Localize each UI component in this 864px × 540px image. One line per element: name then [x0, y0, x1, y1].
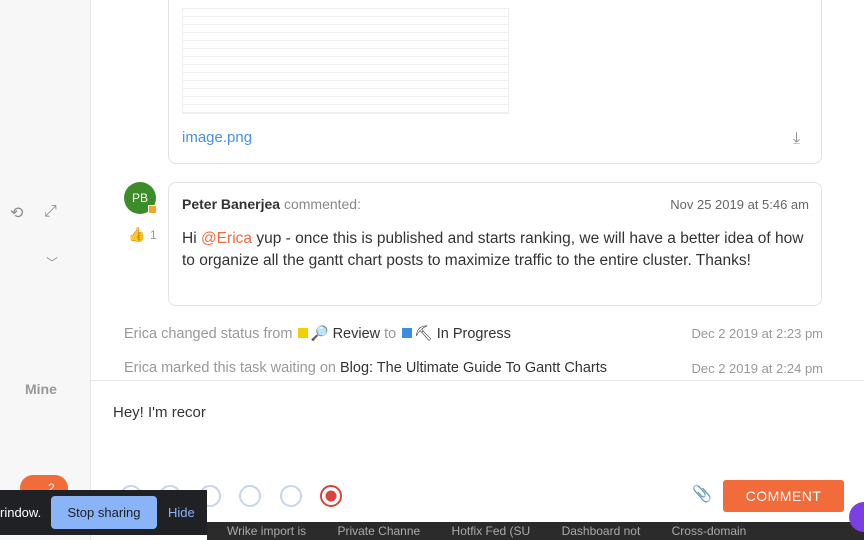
- tab-mine[interactable]: Mine: [25, 381, 57, 397]
- comment-author: Peter Banerjea commented:: [182, 196, 361, 212]
- taskbar-item[interactable]: Private Channe: [337, 524, 420, 538]
- hammer-icon: ⛏: [414, 326, 433, 342]
- like-count: 1: [150, 228, 157, 242]
- comment-body: Hi @Erica yup - once this is published a…: [182, 230, 804, 269]
- record-icon[interactable]: [320, 485, 342, 507]
- download-icon[interactable]: ⤓: [793, 130, 800, 148]
- taskbar-item[interactable]: Wrike import is: [227, 524, 306, 538]
- screen-share-bar: rindow. Stop sharing Hide: [0, 490, 207, 535]
- slash-command-icon[interactable]: [280, 485, 302, 507]
- attach-icon[interactable]: 📎: [692, 484, 712, 504]
- status-color-review: [298, 328, 309, 338]
- attachment-thumbnail[interactable]: [182, 8, 509, 114]
- taskbar: Wrike import is Private Channe Hotfix Fe…: [207, 522, 864, 540]
- comment-button[interactable]: COMMENT: [723, 480, 844, 512]
- search-icon: 🔎: [310, 326, 329, 342]
- activity-waiting: Erica marked this task waiting on Blog: …: [124, 360, 608, 376]
- taskbar-item[interactable]: Dashboard not: [562, 524, 641, 538]
- chevron-down-icon[interactable]: ﹀: [46, 254, 58, 271]
- status-color-in-progress: [402, 328, 413, 338]
- avatar: PB: [124, 182, 157, 214]
- left-panel: ⟲ ⤢ ﹀ Mine 2: [0, 0, 91, 540]
- activity-time: Dec 2 2019 at 2:24 pm: [691, 361, 823, 376]
- attachment-link[interactable]: image.png: [182, 129, 252, 146]
- waiting-task-link[interactable]: Blog: The Ultimate Guide To Gantt Charts: [340, 360, 607, 376]
- stop-sharing-button[interactable]: Stop sharing: [51, 496, 157, 529]
- activity-time: Dec 2 2019 at 2:23 pm: [691, 326, 823, 341]
- hide-button[interactable]: Hide: [168, 505, 195, 520]
- like-icon[interactable]: 👍: [128, 226, 145, 243]
- history-icon[interactable]: ⟲: [10, 203, 23, 223]
- activity-status-change: Erica changed status from 🔎 Review to ⛏ …: [124, 326, 511, 342]
- comment-time: Nov 25 2019 at 5:46 am: [670, 197, 809, 212]
- comment-input[interactable]: Hey! I'm recor: [113, 404, 206, 421]
- emoji-icon[interactable]: [239, 485, 261, 507]
- taskbar-item[interactable]: Cross-domain: [672, 524, 747, 538]
- expand-icon[interactable]: ⤢: [44, 203, 57, 221]
- taskbar-item[interactable]: Hotfix Fed (SU: [452, 524, 531, 538]
